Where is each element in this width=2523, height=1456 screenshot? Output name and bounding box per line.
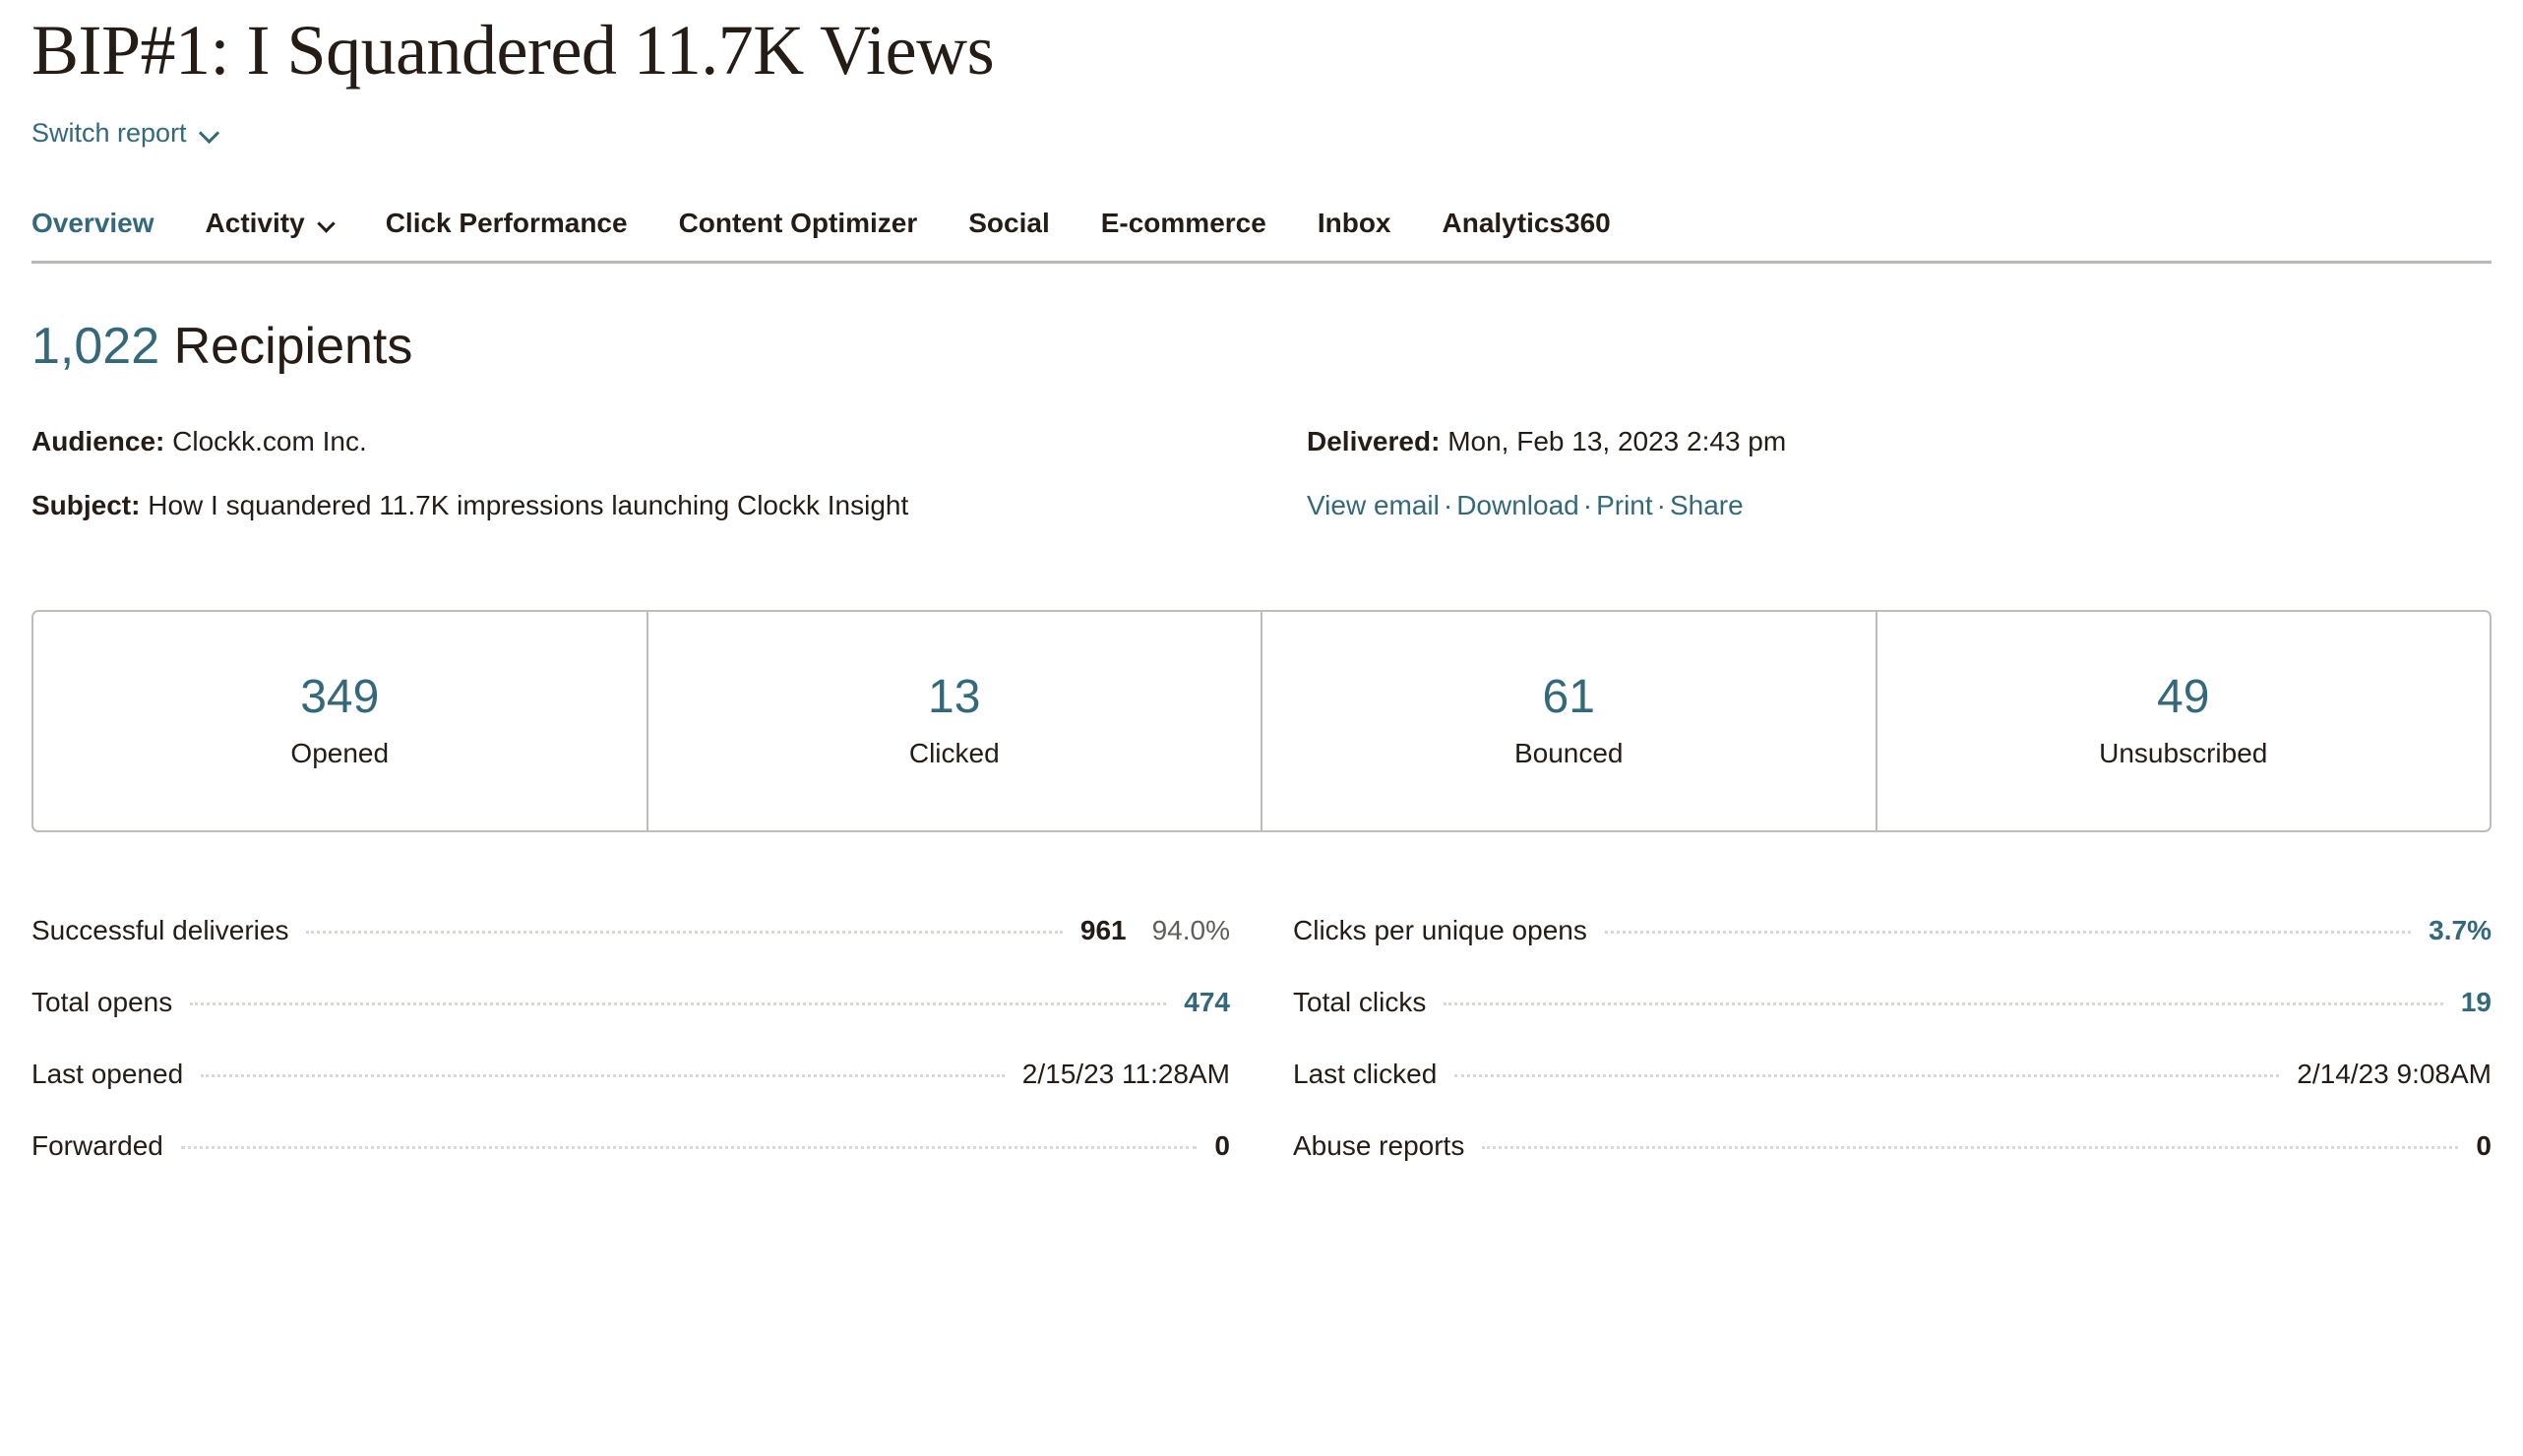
chevron-down-icon (319, 215, 335, 231)
stat-row-label: Total clicks (1293, 986, 1427, 1017)
tab-social[interactable]: Social (968, 207, 1050, 238)
stat-row-value: 0 (1214, 1129, 1230, 1161)
stat-card-label: Opened (290, 738, 390, 769)
stat-row-value: 3.7% (2429, 914, 2492, 945)
stat-row: Total clicks 19 (1293, 987, 2492, 1059)
audience-key: Audience: (31, 425, 165, 456)
stat-row-label: Successful deliveries (31, 914, 289, 945)
audience-value: Clockk.com Inc. (172, 425, 367, 456)
link-print[interactable]: Print (1596, 490, 1653, 520)
link-view-email[interactable]: View email (1307, 490, 1440, 520)
dotted-leader (1454, 1073, 2280, 1077)
stat-row-percent: 94.0% (1151, 914, 1230, 945)
stat-row-value: 0 (2476, 1129, 2492, 1161)
recipients-count: 1,022 (31, 317, 160, 375)
stat-row-label: Clicks per unique opens (1293, 914, 1587, 945)
tab-analytics360[interactable]: Analytics360 (1442, 207, 1611, 238)
dotted-leader (190, 1001, 1167, 1005)
dotted-leader (1444, 1001, 2443, 1005)
tab-activity[interactable]: Activity (205, 207, 335, 238)
action-links: View email · Download · Print · Share (1307, 488, 2492, 522)
stat-row: Abuse reports 0 (1293, 1130, 2492, 1202)
stat-row-label: Forwarded (31, 1129, 163, 1161)
stat-card-unsubscribed[interactable]: 49 Unsubscribed (1877, 612, 2491, 830)
stat-card-opened[interactable]: 349 Opened (33, 611, 648, 830)
tab-label: Inbox (1317, 207, 1391, 238)
stat-card-value: 49 (2157, 671, 2210, 724)
tab-e-commerce[interactable]: E-commerce (1100, 207, 1266, 238)
delivered-row: Delivered: Mon, Feb 13, 2023 2:43 pm (1307, 424, 2492, 458)
stat-row: Forwarded 0 (31, 1130, 1230, 1202)
stat-row-value: 19 (2460, 986, 2492, 1017)
stat-row-label: Last clicked (1293, 1058, 1438, 1089)
subject-key: Subject: (31, 489, 141, 520)
recipients-label: Recipients (173, 317, 413, 375)
stat-card-value: 13 (928, 671, 981, 724)
stat-card-value: 349 (300, 671, 380, 724)
switch-report-label: Switch report (31, 117, 187, 148)
tab-label: Click Performance (385, 207, 628, 238)
audience-row: Audience: Clockk.com Inc. (31, 424, 1307, 458)
tab-click-performance[interactable]: Click Performance (385, 207, 628, 238)
link-download[interactable]: Download (1456, 490, 1579, 520)
stat-card-label: Unsubscribed (2099, 738, 2268, 769)
stat-cards: 349 Opened 13 Clicked 61 Bounced 49 Unsubscribe… (31, 609, 2492, 832)
campaign-meta: Audience: Clockk.com Inc. Delivered: Mon… (31, 424, 2492, 522)
stat-card-bounced[interactable]: 61 Bounced (1262, 611, 1877, 830)
dotted-leader (1604, 930, 2412, 934)
stat-card-clicked[interactable]: 13 Clicked (648, 611, 1262, 830)
subject-row: Subject: How I squandered 11.7K impressi… (31, 488, 1307, 522)
stat-card-label: Bounced (1513, 738, 1624, 769)
stat-row-value: 2/15/23 11:28AM (1021, 1058, 1230, 1089)
tab-label: Social (968, 207, 1050, 238)
dotted-leader (180, 1145, 1198, 1149)
dotted-leader (1482, 1145, 2459, 1149)
stat-card-value: 61 (1542, 671, 1595, 724)
stat-row: Last clicked 2/14/23 9:08AM (1293, 1059, 2492, 1130)
stat-row-label: Last opened (31, 1058, 184, 1089)
chevron-down-icon (201, 124, 218, 142)
dotted-leader (201, 1073, 1005, 1077)
switch-report-button[interactable]: Switch report (31, 118, 218, 149)
dotted-leader (306, 930, 1063, 934)
report-tabs: Overview Activity Click Performance Content… (31, 207, 2492, 264)
page-title: BIP#1: I Squandered 11.7K Views (31, 11, 995, 90)
tab-label: Analytics360 (1442, 207, 1611, 238)
tab-label: E-commerce (1100, 207, 1266, 238)
link-separator: · (1656, 489, 1666, 520)
detailed-stats: Successful deliveries 961 94.0% Total opens… (31, 915, 2492, 1202)
link-separator: · (1582, 489, 1593, 520)
tab-label: Overview (31, 207, 154, 238)
stat-row: Clicks per unique opens 3.7% (1293, 915, 2492, 987)
tab-overview[interactable]: Overview (31, 207, 154, 238)
stats-column-right: Clicks per unique opens 3.7% Total clicks 1… (1293, 915, 2492, 1202)
stat-row-label: Total opens (31, 986, 173, 1017)
delivered-key: Delivered: (1307, 425, 1441, 456)
link-separator: · (1443, 489, 1453, 520)
subject-value: How I squandered 11.7K impressions launc… (148, 489, 909, 520)
link-share[interactable]: Share (1670, 490, 1744, 520)
stat-row-value: 2/14/23 9:08AM (2297, 1058, 2492, 1089)
tab-label: Content Optimizer (678, 207, 918, 238)
stat-row: Total opens 474 (31, 987, 1230, 1059)
stat-row-value: 961 (1079, 914, 1127, 945)
tab-content-optimizer[interactable]: Content Optimizer (678, 207, 918, 238)
stat-row-label: Abuse reports (1293, 1129, 1465, 1161)
stat-card-label: Clicked (908, 738, 1000, 769)
delivered-value: Mon, Feb 13, 2023 2:43 pm (1447, 425, 1787, 456)
stats-column-left: Successful deliveries 961 94.0% Total opens… (31, 915, 1230, 1202)
tab-inbox[interactable]: Inbox (1317, 207, 1391, 238)
report-page: BIP#1: I Squandered 11.7K Views Switch r… (0, 0, 2523, 1456)
stat-row: Successful deliveries 961 94.0% (31, 915, 1230, 987)
stat-row-value: 474 (1184, 986, 1230, 1017)
tab-label: Activity (205, 207, 305, 238)
stat-row: Last opened 2/15/23 11:28AM (31, 1059, 1230, 1130)
recipients-heading: 1,022 Recipients (31, 317, 2492, 375)
